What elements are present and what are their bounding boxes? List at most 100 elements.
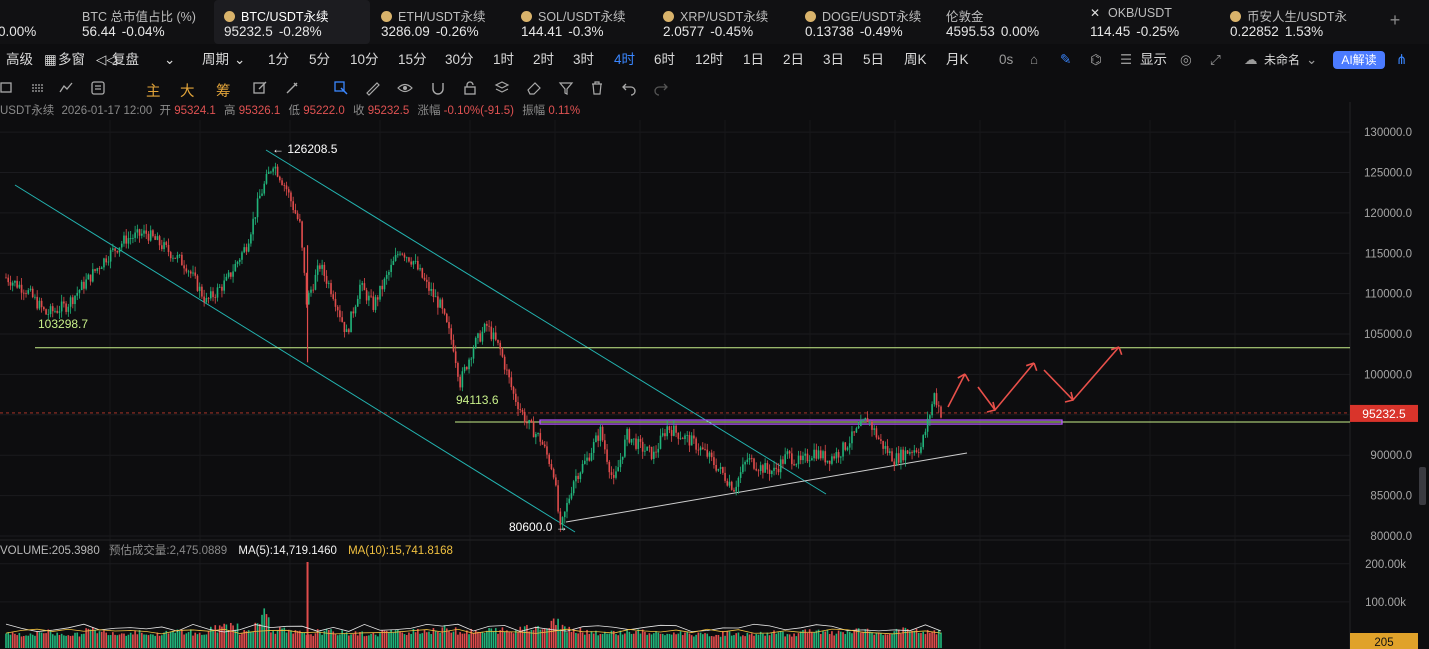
tf-30m[interactable]: 30分 <box>445 51 474 69</box>
indicator-icon[interactable] <box>58 80 74 96</box>
share-icon[interactable]: ⋔ <box>1396 51 1407 69</box>
display-button[interactable]: 显示 <box>1140 51 1167 69</box>
ticker-item-okb[interactable]: ✕ OKB/USDT 114.45 -0.25% <box>1090 0 1200 44</box>
volume-bar <box>566 632 568 648</box>
seconds-button[interactable]: 0s <box>999 51 1013 69</box>
add-ticker-icon[interactable]: + <box>1385 10 1405 30</box>
tf-12h[interactable]: 12时 <box>695 51 724 69</box>
volume-bar <box>314 633 317 648</box>
tf-5d[interactable]: 5日 <box>863 51 884 69</box>
tf-month[interactable]: 月K <box>946 51 969 69</box>
chevron-down-icon[interactable]: ⌄ <box>234 51 245 69</box>
tf-15m[interactable]: 15分 <box>398 51 427 69</box>
volume-bar <box>762 633 764 648</box>
tf-2h[interactable]: 2时 <box>533 51 554 69</box>
candle-body <box>401 253 404 255</box>
volume-bar <box>176 629 179 648</box>
eraser-icon[interactable] <box>526 80 542 96</box>
ticker-item-eth[interactable]: ETH/USDT永续 3286.09 -0.26% <box>381 0 501 44</box>
rectangle-icon[interactable] <box>0 80 16 96</box>
eye-icon[interactable] <box>397 80 413 96</box>
advanced-button[interactable]: 高级 <box>6 51 33 69</box>
undo-layout-icon[interactable]: ⌬ <box>1090 51 1102 69</box>
template-icon[interactable] <box>90 80 106 96</box>
tf-1h[interactable]: 1时 <box>493 51 514 69</box>
brush-icon[interactable] <box>284 80 300 96</box>
ticker-item-0[interactable]: 0.00% <box>0 0 58 44</box>
candle-body <box>296 213 299 219</box>
tf-2d[interactable]: 2日 <box>783 51 804 69</box>
candle-body <box>922 435 925 448</box>
ticker-item-sol[interactable]: SOL/USDT永续 144.41 -0.3% <box>521 0 641 44</box>
chevron-down-icon[interactable]: ⌄ <box>164 51 175 69</box>
chevron-down-icon[interactable]: ⌄ <box>1306 51 1317 69</box>
volume-bar <box>214 625 217 648</box>
volume-bar <box>813 632 815 648</box>
fullscreen-icon[interactable]: ⤢ <box>1210 51 1221 69</box>
volume-bar <box>873 634 876 648</box>
candle-body <box>437 296 439 308</box>
candle-body <box>414 260 417 262</box>
ticker-item-binance-life[interactable]: 币安人生/USDT永 0.22852 1.53% <box>1230 0 1370 44</box>
candle-body <box>924 431 927 436</box>
target-icon[interactable]: ◎ <box>1180 51 1192 69</box>
pen-icon[interactable]: ✎ <box>1060 51 1071 69</box>
tf-4h[interactable]: 4时 <box>614 51 635 69</box>
volume-bar <box>510 631 513 648</box>
candle-body <box>250 234 252 244</box>
tf-3h[interactable]: 3时 <box>573 51 594 69</box>
candle-body <box>348 329 350 333</box>
ai-interpret-button[interactable]: AI解读 <box>1333 51 1385 69</box>
tf-1d[interactable]: 1日 <box>743 51 764 69</box>
lock-icon[interactable] <box>462 80 478 96</box>
volume-bar <box>396 629 399 648</box>
tf-3d[interactable]: 3日 <box>823 51 844 69</box>
replay-button[interactable]: 复盘 <box>112 51 139 69</box>
candle-body <box>134 232 136 238</box>
magnet-icon[interactable] <box>430 80 446 96</box>
candle-body <box>501 349 504 357</box>
cursor-icon[interactable] <box>333 80 349 96</box>
chips-button[interactable]: 筹 <box>216 80 231 101</box>
ticker-item-btc-dominance[interactable]: BTC 总市值占比 (%) 56.44 -0.04% <box>82 0 202 44</box>
ticker-item-xrp[interactable]: XRP/USDT永续 2.0577 -0.45% <box>663 0 783 44</box>
settings-list-icon[interactable]: ☰ <box>1120 51 1132 69</box>
volume-bar <box>80 634 83 648</box>
low-price-label: 80600.0 → <box>509 520 568 534</box>
undo-icon[interactable] <box>621 80 637 96</box>
tf-week[interactable]: 周K <box>904 51 927 69</box>
volume-bar <box>51 634 54 648</box>
layout-name-button[interactable]: 未命名 <box>1264 51 1300 69</box>
tf-1m[interactable]: 1分 <box>268 51 289 69</box>
amplitude-label: 振幅 <box>522 105 546 117</box>
filter-icon[interactable] <box>558 80 574 96</box>
volume-bar <box>361 631 364 648</box>
ruler-icon[interactable] <box>364 80 380 96</box>
volume-bar <box>294 630 297 648</box>
main-indicator-button[interactable]: 主 <box>146 80 161 101</box>
camera-icon[interactable]: ⌂ <box>1030 51 1038 69</box>
layers-icon[interactable] <box>494 80 510 96</box>
multi-window-button[interactable]: 多窗 <box>58 51 85 69</box>
candle-body <box>474 337 477 349</box>
support-trendline <box>565 452 968 523</box>
big-order-button[interactable]: 大 <box>180 80 195 101</box>
volume-bar <box>181 629 183 648</box>
edit-box-icon[interactable] <box>252 80 268 96</box>
tf-10m[interactable]: 10分 <box>350 51 379 69</box>
candle-body <box>230 272 232 277</box>
tf-6h[interactable]: 6时 <box>654 51 675 69</box>
period-button[interactable]: 周期 <box>202 51 229 69</box>
candle-body <box>583 460 586 464</box>
redo-icon[interactable] <box>653 80 669 96</box>
candle-body <box>31 288 34 298</box>
price-tick-label: 115000.0 <box>1365 248 1412 260</box>
ticker-item-btc[interactable]: BTC/USDT永续 95232.5 -0.28% <box>214 0 370 44</box>
volume-bar <box>666 633 668 648</box>
trash-icon[interactable] <box>589 80 605 96</box>
high-value: 95326.1 <box>238 105 281 117</box>
ticker-item-doge[interactable]: DOGE/USDT永续 0.13738 -0.49% <box>805 0 935 44</box>
ticker-item-gold[interactable]: 伦敦金 4595.53 0.00% <box>946 0 1056 44</box>
tf-5m[interactable]: 5分 <box>309 51 330 69</box>
candle-style-icon[interactable] <box>30 80 46 96</box>
